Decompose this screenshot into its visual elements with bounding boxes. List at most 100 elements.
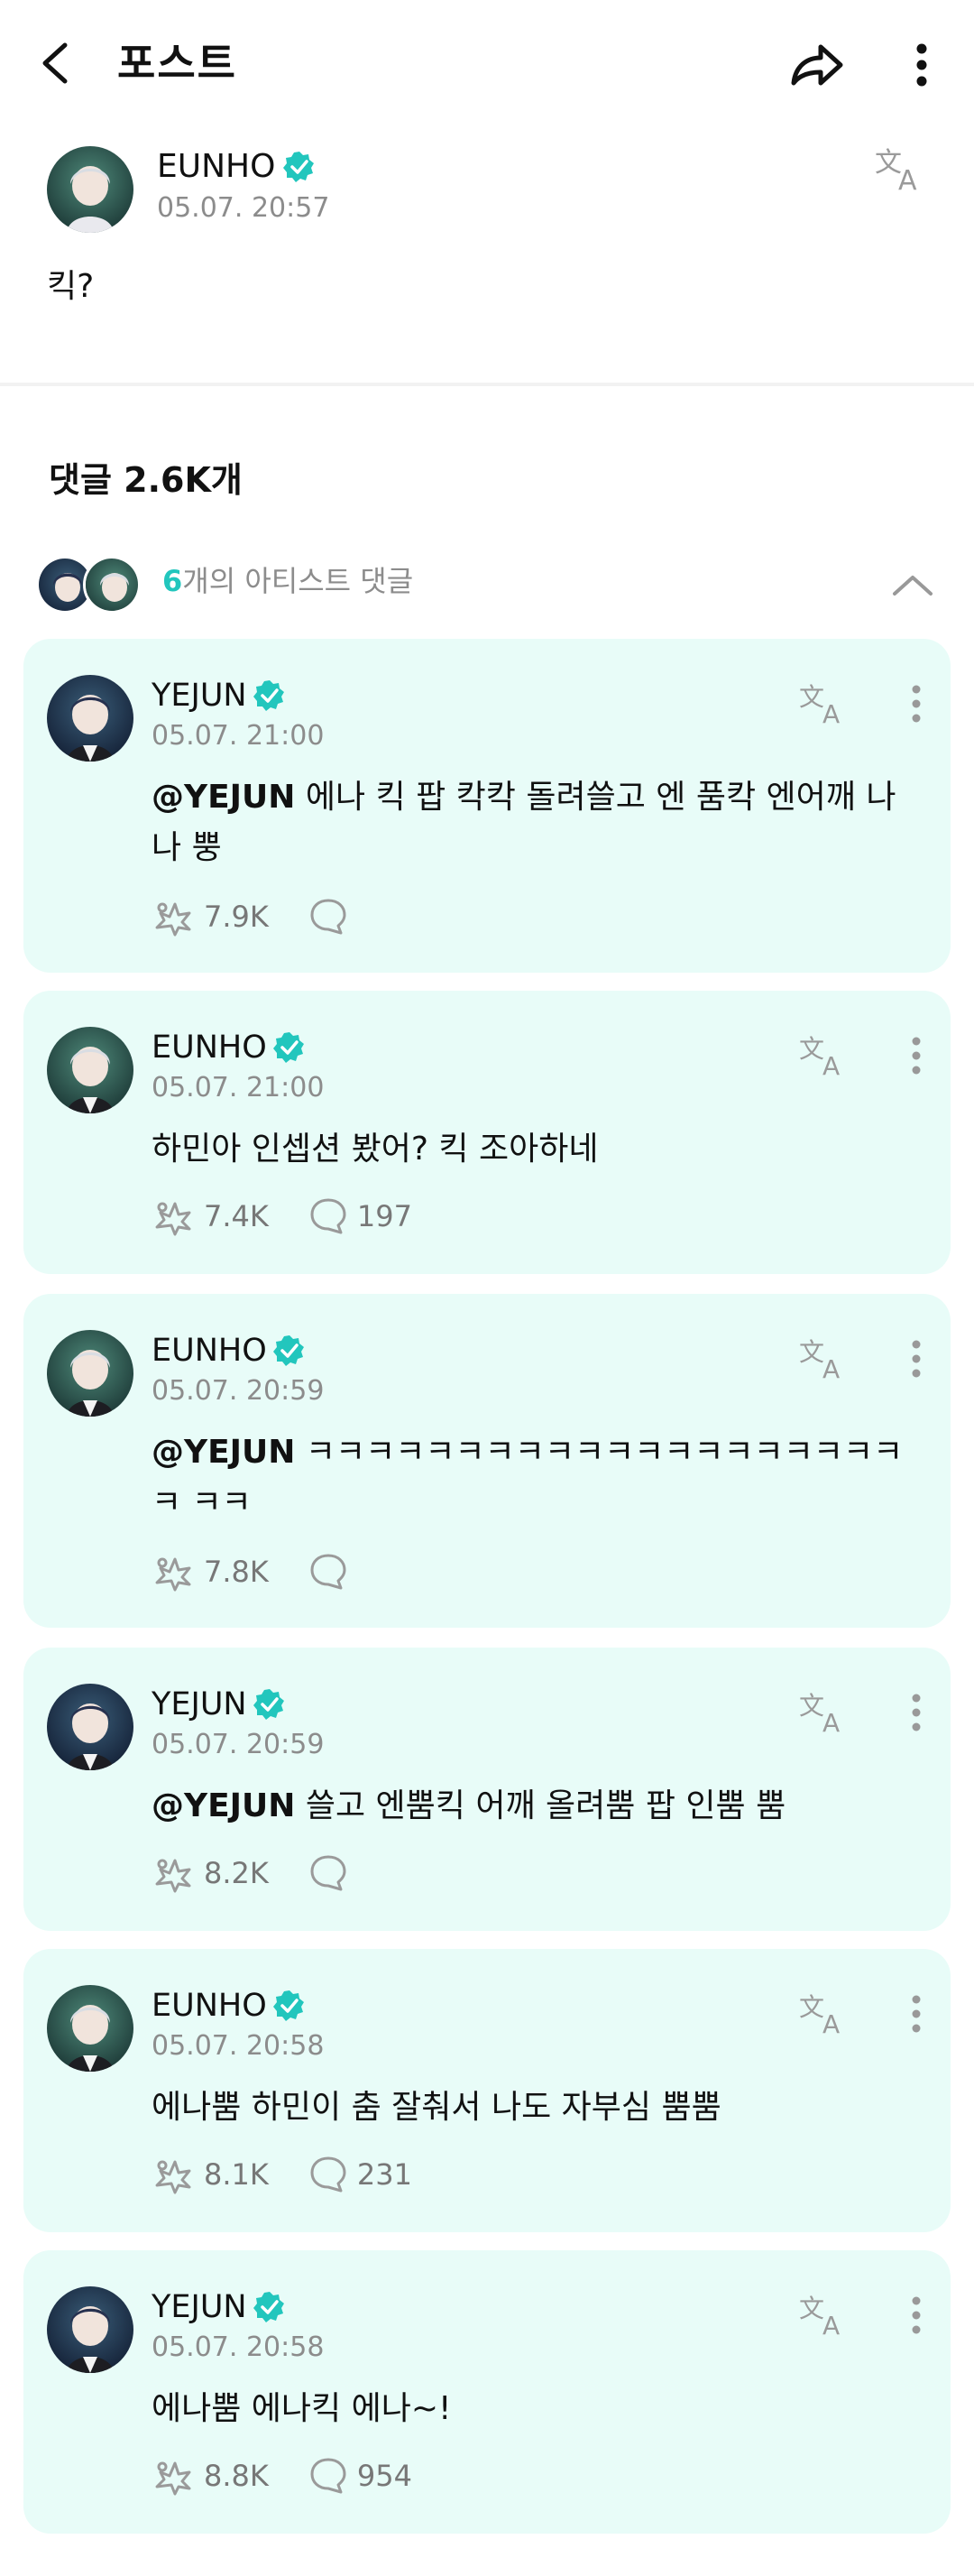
- comment-text: 에나뿜 하민이 춤 잘춰서 나도 자부심 뿜뿜: [152, 2082, 909, 2133]
- comment-author[interactable]: EUNHO: [152, 1987, 267, 2025]
- author-name[interactable]: EUNHO: [157, 147, 275, 187]
- more-options-icon[interactable]: [902, 36, 942, 94]
- top-bar: 포스트: [0, 0, 974, 126]
- comment-timestamp: 05.07. 20:59: [152, 1375, 325, 1407]
- verified-badge-icon: [253, 2290, 287, 2324]
- like-count: 7.8K: [204, 1555, 269, 1589]
- comment-body: 쓸고 엔뿜킥 어깨 올려뿜 팝 인뿜 뿜: [295, 1787, 786, 1824]
- reply-button[interactable]: [308, 897, 357, 937]
- comment-card[interactable]: EUNHO 05.07. 21:00 文A 하민아 인셉션 봤어? 킥 조아하네…: [23, 991, 951, 1274]
- back-arrow-icon[interactable]: [32, 36, 79, 90]
- translate-icon[interactable]: 文A: [799, 680, 850, 727]
- translate-icon[interactable]: 文 A: [873, 144, 927, 195]
- like-button[interactable]: 8.2K: [152, 1853, 269, 1893]
- svg-text:A: A: [822, 1051, 840, 1079]
- reply-button[interactable]: 954: [308, 2456, 412, 2496]
- reply-count: 197: [356, 1199, 412, 1233]
- comments-count: 댓글 2.6K개: [49, 460, 243, 500]
- artist-comments-toggle[interactable]: 6개의 아티스트 댓글: [36, 552, 947, 621]
- comment-body: 에나뿜 하민이 춤 잘춰서 나도 자부심 뿜뿜: [152, 2089, 721, 2126]
- more-options-icon[interactable]: [898, 1990, 934, 2037]
- comment-timestamp: 05.07. 20:58: [152, 2030, 325, 2062]
- avatar[interactable]: [47, 1684, 133, 1770]
- comment-timestamp: 05.07. 21:00: [152, 720, 325, 752]
- avatar[interactable]: [47, 1027, 133, 1113]
- more-options-icon[interactable]: [898, 2292, 934, 2339]
- translate-icon[interactable]: 文A: [799, 1990, 850, 2037]
- svg-text:文: 文: [799, 1034, 824, 1064]
- author-avatar[interactable]: [47, 146, 133, 233]
- svg-text:A: A: [822, 1354, 840, 1382]
- comment-text: @YEJUN 쓸고 엔뿜킥 어깨 올려뿜 팝 인뿜 뿜: [152, 1781, 909, 1832]
- comment-author-row: YEJUN: [152, 2288, 287, 2326]
- like-icon: [152, 897, 195, 937]
- comment-author-row: EUNHO: [152, 1332, 307, 1370]
- chevron-up-icon[interactable]: [884, 558, 942, 612]
- like-count: 8.8K: [204, 2459, 269, 2493]
- comment-author[interactable]: YEJUN: [152, 2288, 247, 2326]
- comment-author[interactable]: YEJUN: [152, 1685, 247, 1723]
- author-name-row: EUNHO: [157, 147, 317, 187]
- verified-badge-icon: [272, 1334, 307, 1368]
- like-button[interactable]: 7.9K: [152, 897, 269, 937]
- artist-comments-number: 6: [162, 564, 183, 598]
- like-icon: [152, 1853, 195, 1893]
- reply-icon: [308, 897, 348, 937]
- comment-card[interactable]: YEJUN 05.07. 20:59 文A @YEJUN 쓸고 엔뿜킥 어깨 올…: [23, 1648, 951, 1931]
- comment-author[interactable]: YEJUN: [152, 677, 247, 715]
- translate-icon[interactable]: 文A: [799, 1689, 850, 1736]
- more-options-icon[interactable]: [898, 1032, 934, 1079]
- comment-timestamp: 05.07. 20:59: [152, 1729, 325, 1760]
- like-count: 8.2K: [204, 1856, 269, 1890]
- share-icon[interactable]: [785, 36, 848, 94]
- avatar[interactable]: [47, 1985, 133, 2072]
- translate-icon[interactable]: 文A: [799, 1335, 850, 1382]
- like-button[interactable]: 8.8K: [152, 2456, 269, 2496]
- reply-button[interactable]: [308, 1853, 357, 1893]
- reply-button[interactable]: 197: [308, 1196, 412, 1236]
- svg-text:A: A: [822, 2009, 840, 2037]
- section-divider: [0, 383, 974, 386]
- reply-count: 954: [356, 2459, 412, 2493]
- more-options-icon[interactable]: [898, 1335, 934, 1382]
- comment-timestamp: 05.07. 20:58: [152, 2331, 325, 2363]
- svg-text:文: 文: [799, 1337, 824, 1367]
- verified-badge-icon: [282, 150, 317, 184]
- like-button[interactable]: 8.1K: [152, 2155, 269, 2194]
- like-count: 8.1K: [204, 2157, 269, 2192]
- post-timestamp: 05.07. 20:57: [157, 192, 330, 224]
- avatar[interactable]: [47, 675, 133, 762]
- mention[interactable]: @YEJUN: [152, 1434, 295, 1471]
- reply-icon: [308, 2155, 348, 2194]
- comment-card[interactable]: EUNHO 05.07. 20:58 文A 에나뿜 하민이 춤 잘춰서 나도 자…: [23, 1949, 951, 2232]
- reply-button[interactable]: 231: [308, 2155, 412, 2194]
- svg-text:A: A: [898, 165, 917, 195]
- like-count: 7.4K: [204, 1199, 269, 1233]
- verified-badge-icon: [272, 1989, 307, 2023]
- comment-actions: 8.8K 954: [152, 2452, 452, 2499]
- like-icon: [152, 1552, 195, 1592]
- comment-card[interactable]: YEJUN 05.07. 20:58 文A 에나뿜 에나킥 에나~! 8.8K …: [23, 2250, 951, 2534]
- comment-card[interactable]: EUNHO 05.07. 20:59 文A @YEJUN ㅋㅋㅋㅋㅋㅋㅋㅋㅋㅋㅋ…: [23, 1294, 951, 1628]
- translate-icon[interactable]: 文A: [799, 2292, 850, 2339]
- translate-icon[interactable]: 文A: [799, 1032, 850, 1079]
- avatar[interactable]: [47, 2286, 133, 2373]
- reply-button[interactable]: [308, 1552, 357, 1592]
- more-options-icon[interactable]: [898, 1689, 934, 1736]
- comment-actions: 7.8K: [152, 1548, 397, 1595]
- like-button[interactable]: 7.8K: [152, 1552, 269, 1592]
- like-icon: [152, 1196, 195, 1236]
- svg-text:A: A: [822, 2311, 840, 2339]
- avatar[interactable]: [47, 1330, 133, 1417]
- comment-text: 하민아 인셉션 봤어? 킥 조아하네: [152, 1124, 909, 1175]
- mention[interactable]: @YEJUN: [152, 779, 295, 816]
- svg-text:文: 文: [799, 1691, 824, 1721]
- comment-author-row: EUNHO: [152, 1987, 307, 2025]
- mention[interactable]: @YEJUN: [152, 1787, 295, 1824]
- more-options-icon[interactable]: [898, 680, 934, 727]
- comment-card[interactable]: YEJUN 05.07. 21:00 文A @YEJUN 에나 킥 팝 칵칵 돌…: [23, 639, 951, 973]
- verified-badge-icon: [253, 1687, 287, 1722]
- comment-author[interactable]: EUNHO: [152, 1029, 267, 1066]
- comment-author[interactable]: EUNHO: [152, 1332, 267, 1370]
- like-button[interactable]: 7.4K: [152, 1196, 269, 1236]
